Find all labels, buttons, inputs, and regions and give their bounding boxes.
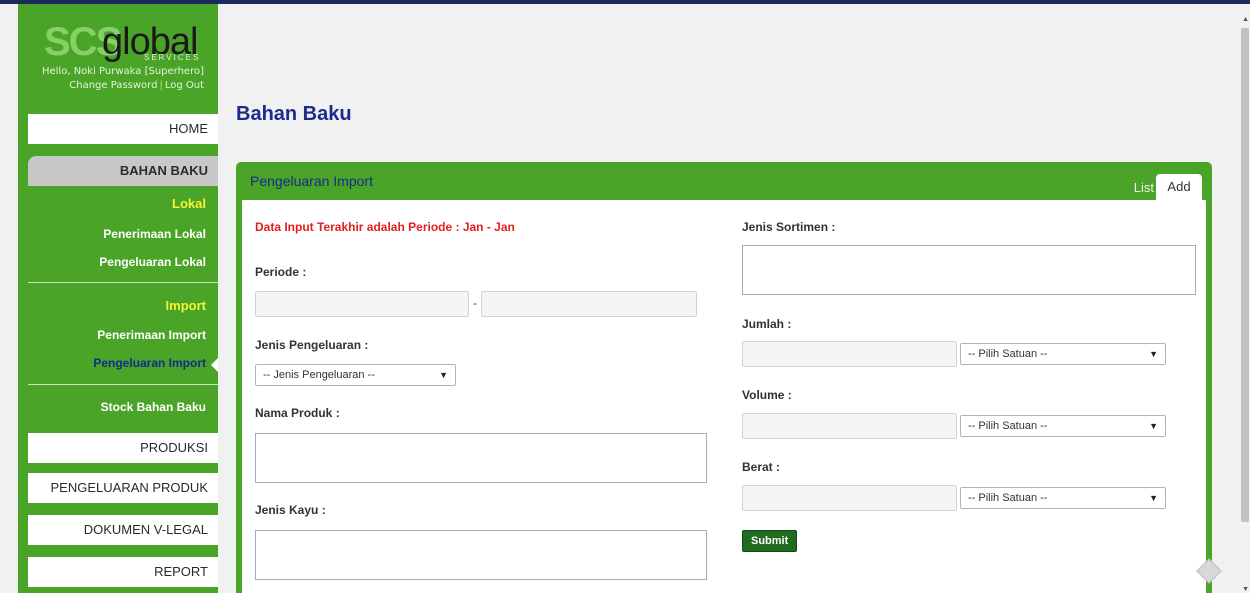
logo-services: SERVICES	[144, 53, 201, 62]
jenis-kayu-label: Jenis Kayu :	[255, 503, 326, 517]
page-scrollbar[interactable]: ▲ ▼	[1240, 4, 1250, 593]
jenis-pengeluaran-label: Jenis Pengeluaran :	[255, 338, 369, 352]
jenis-pengeluaran-select[interactable]: -- Jenis Pengeluaran -- ▼	[255, 364, 456, 386]
last-input-notice: Data Input Terakhir adalah Periode : Jan…	[255, 220, 515, 234]
greeting: Hello, Noki Purwaka [Superhero]	[41, 66, 204, 77]
nav-import-heading: Import	[165, 298, 206, 313]
volume-satuan-select[interactable]: -- Pilih Satuan -- ▼	[960, 415, 1166, 437]
nav-divider	[28, 282, 218, 283]
jenis-pengeluaran-value: -- Jenis Pengeluaran --	[263, 369, 375, 381]
volume-label: Volume :	[742, 388, 792, 402]
jenis-kayu-textarea[interactable]	[255, 530, 707, 580]
submit-button[interactable]: Submit	[742, 530, 798, 552]
volume-satuan-value: -- Pilih Satuan --	[968, 420, 1048, 432]
nama-produk-label: Nama Produk :	[255, 406, 340, 420]
sidebar: SCS global SERVICES Hello, Noki Purwaka …	[18, 4, 218, 593]
periode-end-input[interactable]	[481, 291, 697, 317]
berat-input[interactable]	[742, 485, 957, 511]
chevron-down-icon: ▼	[439, 370, 448, 380]
nama-produk-textarea[interactable]	[255, 433, 707, 483]
panel-title: Pengeluaran Import	[250, 173, 373, 189]
jenis-sortimen-label: Jenis Sortimen :	[742, 220, 836, 234]
volume-input[interactable]	[742, 413, 957, 439]
scroll-down-icon[interactable]: ▼	[1242, 586, 1249, 593]
periode-label: Periode :	[255, 265, 307, 279]
nav-dokumen-v-legal[interactable]: DOKUMEN V-LEGAL	[28, 515, 218, 545]
periode-separator: -	[473, 296, 477, 310]
tab-list[interactable]: List	[1134, 180, 1154, 195]
jumlah-satuan-value: -- Pilih Satuan --	[968, 348, 1048, 360]
panel-body: Data Input Terakhir adalah Periode : Jan…	[242, 200, 1206, 593]
scroll-thumb[interactable]	[1241, 28, 1249, 522]
nav-pengeluaran-import[interactable]: Pengeluaran Import	[28, 356, 218, 370]
nav-divider	[28, 384, 218, 385]
nav-produksi[interactable]: PRODUKSI	[28, 433, 218, 463]
link-separator: |	[159, 80, 163, 91]
jumlah-label: Jumlah :	[742, 317, 792, 331]
nav-pengeluaran-produk[interactable]: PENGELUARAN PRODUK	[28, 473, 218, 503]
berat-satuan-value: -- Pilih Satuan --	[968, 492, 1048, 504]
jumlah-satuan-select[interactable]: -- Pilih Satuan -- ▼	[960, 343, 1166, 365]
nav-bahan-baku[interactable]: BAHAN BAKU	[28, 156, 218, 186]
scroll-up-icon[interactable]: ▲	[1242, 16, 1249, 23]
nav-lokal-heading: Lokal	[172, 196, 206, 211]
jenis-sortimen-textarea[interactable]	[742, 245, 1196, 295]
change-password-link[interactable]: Change Password	[69, 80, 157, 91]
tab-add[interactable]: Add	[1156, 174, 1202, 202]
nav-report[interactable]: REPORT	[28, 557, 218, 587]
chevron-down-icon: ▼	[1149, 493, 1158, 503]
berat-satuan-select[interactable]: -- Pilih Satuan -- ▼	[960, 487, 1166, 509]
jumlah-input[interactable]	[742, 341, 957, 367]
periode-start-input[interactable]	[255, 291, 469, 317]
form-panel: Pengeluaran Import List Add Data Input T…	[236, 162, 1212, 593]
logout-link[interactable]: Log Out	[165, 80, 204, 91]
nav-pengeluaran-lokal[interactable]: Pengeluaran Lokal	[28, 255, 218, 269]
chevron-down-icon: ▼	[1149, 421, 1158, 431]
nav-home[interactable]: HOME	[28, 114, 218, 144]
chevron-down-icon: ▼	[1149, 349, 1158, 359]
nav-penerimaan-import[interactable]: Penerimaan Import	[28, 328, 218, 342]
nav-stock-bahan-baku[interactable]: Stock Bahan Baku	[28, 400, 218, 414]
active-pointer-icon	[211, 358, 218, 372]
nav-penerimaan-lokal[interactable]: Penerimaan Lokal	[28, 227, 218, 241]
berat-label: Berat :	[742, 460, 781, 474]
page-title: Bahan Baku	[236, 103, 352, 125]
user-links: Change Password | Log Out	[69, 80, 204, 91]
